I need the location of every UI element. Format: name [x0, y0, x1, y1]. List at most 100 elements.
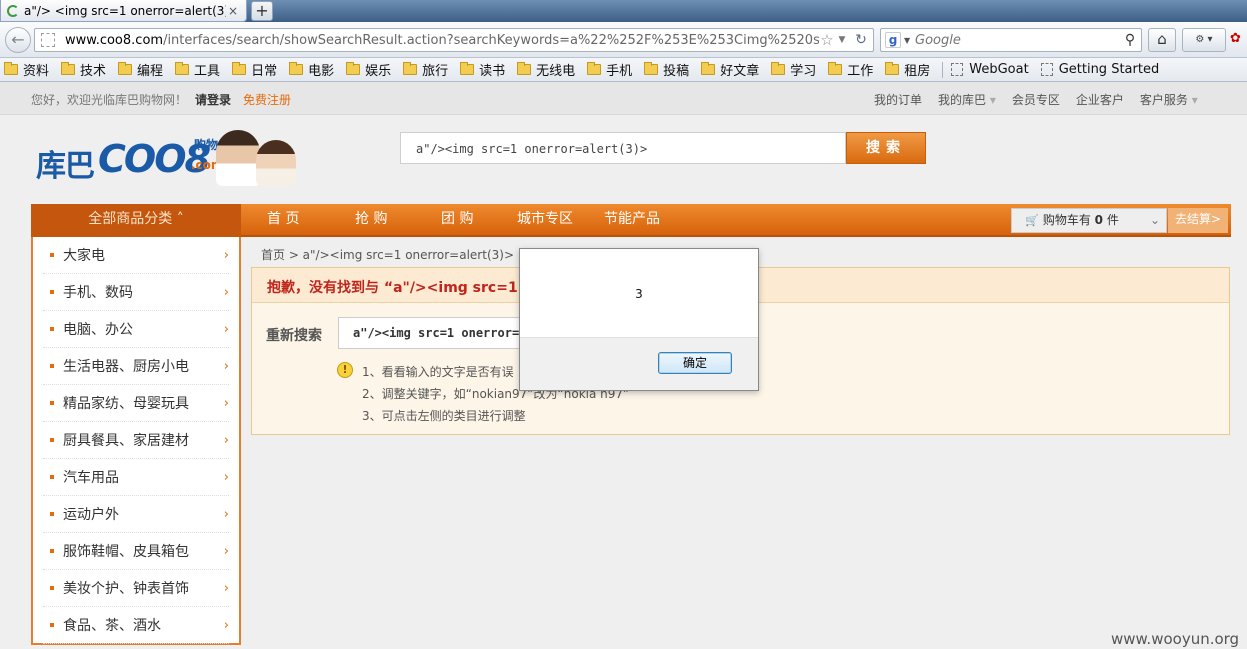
warning-icon: ! — [337, 362, 353, 378]
bullet-icon — [50, 475, 54, 479]
bookmark-folder[interactable]: 工具 — [175, 60, 220, 79]
reload-icon[interactable]: ↻ — [849, 32, 873, 48]
cart-icon: 🛒 — [1025, 214, 1039, 227]
logo-spokesperson-image — [216, 130, 260, 186]
search-icon[interactable]: ⚲ — [1119, 32, 1141, 48]
nav-flash-sale[interactable]: 抢 购 — [355, 204, 387, 237]
nav-home[interactable]: 首 页 — [267, 204, 299, 237]
bookmark-folder[interactable]: 手机 — [587, 60, 632, 79]
bookmark-folder[interactable]: 工作 — [828, 60, 873, 79]
bookmark-folder[interactable]: 资料 — [4, 60, 49, 79]
checkout-button[interactable]: 去结算> — [1168, 208, 1228, 233]
home-button[interactable]: ⌂ — [1148, 28, 1176, 52]
category-item[interactable]: 汽车用品 › — [43, 459, 229, 496]
category-item[interactable]: 服饰鞋帽、皮具箱包 › — [43, 533, 229, 570]
folder-icon — [175, 62, 190, 75]
bullet-icon — [50, 364, 54, 368]
category-item[interactable]: 运动户外 › — [43, 496, 229, 533]
bullet-icon — [50, 290, 54, 294]
chevron-right-icon: › — [223, 617, 229, 633]
folder-icon — [403, 62, 418, 75]
url-text[interactable]: www.coo8.com/interfaces/search/showSearc… — [65, 33, 819, 48]
bookmark-folder[interactable]: 日常 — [232, 60, 277, 79]
search-engine-box[interactable]: g▼ ⚲ — [880, 28, 1142, 52]
bookmark-folder[interactable]: 好文章 — [701, 60, 759, 79]
nav-energy-saving[interactable]: 节能产品 — [604, 204, 660, 237]
chevron-right-icon: › — [223, 358, 229, 374]
addon-button[interactable]: ⚙ ▾ — [1182, 28, 1226, 52]
bookmark-getting-started[interactable]: Getting Started — [1040, 62, 1159, 77]
enterprise-link[interactable]: 企业客户 — [1076, 91, 1124, 108]
bookmark-folder[interactable]: 投稿 — [644, 60, 689, 79]
category-item[interactable]: 电脑、办公 › — [43, 311, 229, 348]
customer-service-link[interactable]: 客户服务 — [1140, 91, 1198, 108]
cart-unit: 件 — [1103, 213, 1119, 227]
category-item[interactable]: 手机、数码 › — [43, 274, 229, 311]
chevron-right-icon: › — [223, 395, 229, 411]
bullet-icon — [50, 549, 54, 553]
nav-city-zone[interactable]: 城市专区 — [517, 204, 573, 237]
category-item[interactable]: 大家电 › — [43, 237, 229, 274]
tab-close-icon[interactable]: × — [226, 4, 240, 18]
my-orders-link[interactable]: 我的订单 — [874, 91, 922, 108]
folder-icon — [828, 62, 843, 75]
folder-icon — [885, 62, 900, 75]
cart-count: 0 — [1094, 213, 1104, 227]
bullet-icon — [50, 623, 54, 627]
category-item[interactable]: 生活电器、厨房小电 › — [43, 348, 229, 385]
site-identity-icon[interactable] — [41, 33, 55, 47]
browser-tab[interactable]: a"/> <img src=1 onerror=alert(3)> -... × — [0, 0, 247, 22]
all-categories-button[interactable]: 全部商品分类 ˄ — [31, 204, 241, 237]
bullet-icon — [50, 401, 54, 405]
category-item[interactable]: 美妆个护、钟表首饰 › — [43, 570, 229, 607]
bookmark-webgoat[interactable]: WebGoat — [951, 62, 1029, 77]
bookmark-folder[interactable]: 娱乐 — [346, 60, 391, 79]
bullet-icon — [50, 586, 54, 590]
tab-bar: a"/> <img src=1 onerror=alert(3)> -... ×… — [0, 0, 1247, 22]
cart-button[interactable]: 🛒 购物车有 0 件 ⌄ — [1011, 208, 1167, 233]
site-search-input[interactable]: a"/><img src=1 onerror=alert(3)> — [400, 132, 846, 164]
bookmark-folder[interactable]: 旅行 — [403, 60, 448, 79]
login-link[interactable]: 请登录 — [195, 93, 231, 107]
bookmark-folder[interactable]: 读书 — [460, 60, 505, 79]
bookmark-folder[interactable]: 学习 — [771, 60, 816, 79]
category-item[interactable]: 厨具餐具、家居建材 › — [43, 422, 229, 459]
url-dropdown-icon[interactable]: ▼ — [835, 35, 849, 45]
chevron-right-icon: › — [223, 543, 229, 559]
site-top-bar: 您好，欢迎光临库巴购物网！ 请登录免费注册 我的订单 我的库巴 会员专区 企业客户… — [0, 82, 1247, 115]
chevron-down-icon: ⌄ — [1149, 213, 1161, 227]
member-zone-link[interactable]: 会员专区 — [1012, 91, 1060, 108]
register-link[interactable]: 免费注册 — [243, 93, 291, 107]
addon-icon[interactable]: ✿ — [1230, 28, 1247, 52]
category-label: 食品、茶、酒水 — [63, 618, 161, 634]
bookmark-folder[interactable]: 租房 — [885, 60, 930, 79]
category-item[interactable]: 食品、茶、酒水 › — [43, 607, 229, 644]
back-button[interactable]: ← — [5, 27, 31, 53]
search-engine-input[interactable] — [915, 32, 1119, 48]
ok-button[interactable]: 确定 — [658, 352, 732, 374]
chevron-right-icon: › — [223, 284, 229, 300]
new-tab-button[interactable]: + — [251, 1, 273, 21]
page-icon — [1040, 63, 1053, 76]
nav-group-buy[interactable]: 团 购 — [441, 204, 473, 237]
my-coo8-link[interactable]: 我的库巴 — [938, 91, 996, 108]
bullet-icon — [50, 512, 54, 516]
bullet-icon — [50, 438, 54, 442]
folder-icon — [289, 62, 304, 75]
bookmark-folder[interactable]: 电影 — [289, 60, 334, 79]
bookmark-star-icon[interactable]: ☆ — [819, 31, 835, 49]
address-bar[interactable]: www.coo8.com/interfaces/search/showSearc… — [34, 28, 874, 52]
site-logo[interactable]: 库巴 COO8 购物 .com — [36, 130, 298, 188]
loading-spinner-icon — [7, 4, 19, 17]
chevron-right-icon: › — [223, 469, 229, 485]
category-item[interactable]: 精品家纺、母婴玩具 › — [43, 385, 229, 422]
navigation-toolbar: ← www.coo8.com/interfaces/search/showSea… — [0, 22, 1247, 58]
cart-label: 购物车有 — [1042, 213, 1095, 227]
bookmark-folder[interactable]: 技术 — [61, 60, 106, 79]
bookmark-folder[interactable]: 无线电 — [517, 60, 575, 79]
bookmark-folder[interactable]: 编程 — [118, 60, 163, 79]
search-engine-selector[interactable]: g ▼ — [881, 32, 915, 48]
breadcrumb[interactable]: 首页 > a"/><img src=1 onerror=alert(3)> — [261, 246, 514, 263]
site-search-button[interactable]: 搜索 — [846, 132, 926, 164]
folder-icon — [517, 62, 532, 75]
